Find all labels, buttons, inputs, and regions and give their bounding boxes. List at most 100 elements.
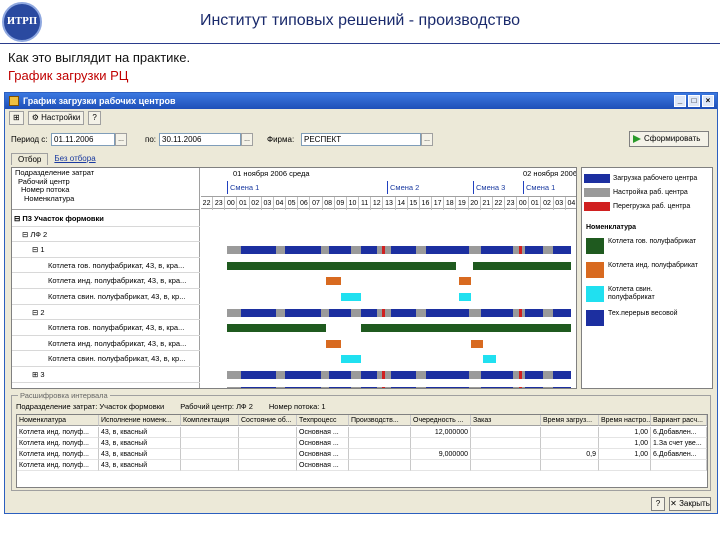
setup-bar[interactable] — [469, 246, 481, 255]
table-cell[interactable] — [541, 460, 599, 471]
table-cell[interactable] — [239, 427, 297, 438]
table-cell[interactable] — [349, 460, 411, 471]
table-cell[interactable]: 43, в, квасный — [99, 460, 181, 471]
table-cell[interactable] — [181, 438, 239, 449]
table-cell[interactable] — [181, 449, 239, 460]
form-report-button[interactable]: Сформировать — [629, 131, 709, 147]
table-column-header[interactable]: Время загруз... — [541, 415, 599, 426]
gantt-row-label[interactable]: Котлета гов. полуфабрикат, 43, в, кра... — [12, 320, 200, 336]
overload-bar[interactable] — [519, 308, 522, 317]
table-cell[interactable]: Котлета инд. полуф... — [17, 427, 99, 438]
table-cell[interactable]: 6.Добавлен... — [651, 427, 707, 438]
table-cell[interactable] — [411, 460, 471, 471]
table-cell[interactable]: Основная ... — [297, 427, 349, 438]
table-cell[interactable] — [541, 427, 599, 438]
product-bar[interactable] — [473, 261, 571, 270]
table-cell[interactable]: 1,00 — [599, 449, 651, 460]
help-button[interactable]: ? — [88, 111, 101, 125]
gantt-row-label[interactable]: Котлета инд. полуфабрикат, 43, в, кра... — [12, 273, 200, 289]
table-cell[interactable] — [471, 460, 541, 471]
setup-bar[interactable] — [276, 386, 285, 388]
product-bar[interactable] — [471, 339, 483, 348]
setup-bar[interactable] — [469, 386, 481, 388]
table-column-header[interactable]: Производств... — [349, 415, 411, 426]
gantt-row-label[interactable]: ⊞ 4 — [12, 383, 200, 388]
product-bar[interactable] — [341, 293, 361, 301]
setup-bar[interactable] — [543, 386, 553, 388]
tree-icon[interactable]: ⊞ — [9, 111, 24, 125]
setup-bar[interactable] — [469, 371, 481, 379]
table-column-header[interactable]: Заказ — [471, 415, 541, 426]
product-bar[interactable] — [361, 324, 571, 333]
gantt-row-label[interactable]: ⊞ 3 — [12, 367, 200, 383]
setup-bar[interactable] — [543, 308, 553, 317]
table-column-header[interactable]: Очередность ... — [411, 415, 471, 426]
table-cell[interactable] — [349, 449, 411, 460]
table-cell[interactable]: 0,9 — [541, 449, 599, 460]
setup-bar[interactable] — [321, 371, 329, 379]
gantt-row-label[interactable]: Котлета инд. полуфабрикат, 43, в, кра... — [12, 336, 200, 352]
table-cell[interactable]: 43, в, квасный — [99, 449, 181, 460]
table-cell[interactable] — [599, 460, 651, 471]
period-to-input[interactable]: 30.11.2006 — [159, 133, 241, 146]
table-cell[interactable] — [651, 460, 707, 471]
setup-bar[interactable] — [227, 246, 241, 255]
gantt-row-label[interactable]: Котлета гов. полуфабрикат, 43, в, кра... — [12, 258, 200, 274]
table-cell[interactable] — [411, 438, 471, 449]
table-cell[interactable] — [349, 427, 411, 438]
firm-input[interactable]: РЕСПЕКТ — [301, 133, 421, 146]
setup-bar[interactable] — [276, 371, 285, 379]
setup-bar[interactable] — [416, 386, 426, 388]
setup-bar[interactable] — [543, 246, 553, 255]
overload-bar[interactable] — [382, 371, 385, 379]
table-cell[interactable] — [541, 438, 599, 449]
table-cell[interactable] — [181, 460, 239, 471]
table-cell[interactable]: 9,000000 — [411, 449, 471, 460]
table-cell[interactable] — [471, 427, 541, 438]
tab-no-filter[interactable]: Без отбора — [48, 153, 101, 165]
table-cell[interactable]: 1.За счет уве... — [651, 438, 707, 449]
table-column-header[interactable]: Техпроцесс — [297, 415, 349, 426]
overload-bar[interactable] — [382, 386, 385, 388]
gantt-row-label[interactable]: ⊟ ЛФ 2 — [12, 227, 200, 243]
overload-bar[interactable] — [519, 246, 522, 255]
product-bar[interactable] — [227, 261, 456, 270]
product-bar[interactable] — [459, 293, 471, 301]
setup-bar[interactable] — [469, 308, 481, 317]
table-column-header[interactable]: Номенклатура — [17, 415, 99, 426]
setup-bar[interactable] — [276, 246, 285, 255]
setup-bar[interactable] — [321, 246, 329, 255]
setup-bar[interactable] — [321, 308, 329, 317]
table-column-header[interactable]: Состояние об... — [239, 415, 297, 426]
footer-help-button[interactable]: ? — [651, 497, 665, 511]
table-column-header[interactable]: Комплектация — [181, 415, 239, 426]
setup-bar[interactable] — [416, 371, 426, 379]
table-cell[interactable]: Котлета инд. полуф... — [17, 438, 99, 449]
table-cell[interactable]: 43, в, квасный — [99, 438, 181, 449]
gantt-row-label[interactable]: ⊟ 2 — [12, 305, 200, 321]
table-cell[interactable] — [239, 460, 297, 471]
table-cell[interactable]: Основная ... — [297, 460, 349, 471]
close-window-button[interactable]: × — [702, 95, 714, 107]
settings-button[interactable]: ⚙ Настройки — [27, 111, 85, 125]
table-cell[interactable]: 6.Добавлен... — [651, 449, 707, 460]
period-to-picker[interactable]: ... — [241, 133, 253, 146]
table-cell[interactable]: Котлета инд. полуф... — [17, 460, 99, 471]
table-column-header[interactable]: Вариант расч... — [651, 415, 707, 426]
setup-bar[interactable] — [351, 308, 361, 317]
gantt-row-label[interactable]: ⊟ 1 — [12, 242, 200, 258]
overload-bar[interactable] — [382, 308, 385, 317]
table-cell[interactable]: 1,00 — [599, 438, 651, 449]
table-cell[interactable]: 43, в, квасный — [99, 427, 181, 438]
setup-bar[interactable] — [543, 371, 553, 379]
maximize-button[interactable]: □ — [688, 95, 700, 107]
overload-bar[interactable] — [519, 371, 522, 379]
setup-bar[interactable] — [416, 246, 426, 255]
gantt-row-label[interactable]: Котлета свин. полуфабрикат, 43, в, кр... — [12, 289, 200, 305]
minimize-button[interactable]: _ — [674, 95, 686, 107]
table-cell[interactable] — [181, 427, 239, 438]
setup-bar[interactable] — [351, 386, 361, 388]
period-from-picker[interactable]: ... — [115, 133, 127, 146]
table-cell[interactable]: Основная ... — [297, 449, 349, 460]
setup-bar[interactable] — [227, 386, 241, 388]
